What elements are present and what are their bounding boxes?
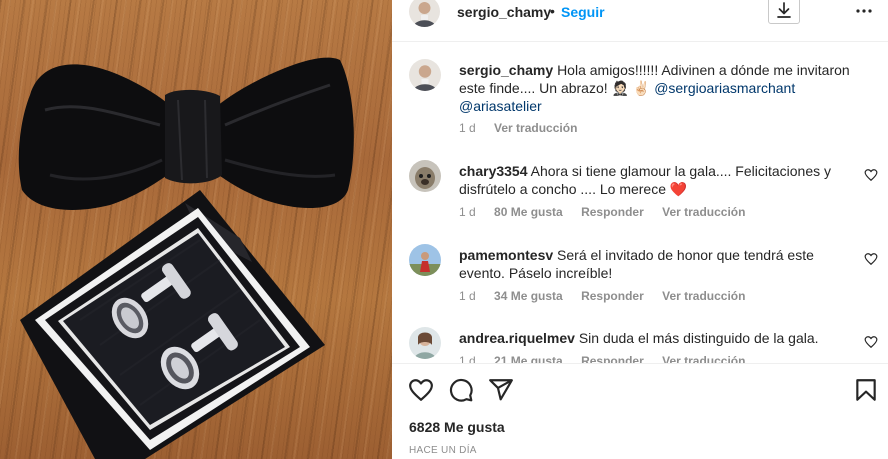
more-options-icon[interactable] (854, 2, 874, 20)
comment-time[interactable]: 1 d (459, 205, 476, 219)
post-photo[interactable] (0, 0, 392, 459)
bow-tie-cufflinks-image (18, 57, 354, 459)
reply-button[interactable]: Responder (581, 289, 644, 303)
likes-count[interactable]: 6828 Me gusta (409, 419, 505, 435)
comment-like-icon[interactable] (864, 168, 878, 182)
commenter-avatar[interactable] (409, 327, 441, 359)
comment-like-icon[interactable] (864, 252, 878, 266)
download-icon (777, 2, 791, 18)
comment-text: chary3354 Ahora si tiene glamour la gala… (459, 162, 859, 198)
share-icon[interactable] (488, 377, 514, 403)
comments-list[interactable]: sergio_chamy Hola amigos!!!!!! Adivinen … (392, 43, 888, 363)
comment-meta: 1 d 80 Me gusta Responder Ver traducción (459, 205, 760, 219)
comment-username[interactable]: chary3354 (459, 163, 528, 179)
follow-button[interactable]: Seguir (561, 4, 605, 20)
author-avatar[interactable] (409, 0, 440, 27)
bookmark-icon[interactable] (853, 377, 879, 403)
post-header: sergio_chamy • Seguir (392, 0, 888, 42)
reply-button[interactable]: Responder (581, 354, 644, 363)
comment-icon[interactable] (448, 377, 474, 403)
comment-username[interactable]: pamemontesv (459, 247, 553, 263)
translate-link[interactable]: Ver traducción (662, 289, 745, 303)
comment-body: Sin duda el más distinguido de la gala. (578, 330, 819, 346)
post-actions: 6828 Me gusta HACE UN DÍA (392, 363, 888, 459)
download-button[interactable] (768, 0, 800, 24)
post-timestamp: HACE UN DÍA (409, 445, 477, 456)
comment-likes[interactable]: 34 Me gusta (494, 289, 563, 303)
comment-time[interactable]: 1 d (459, 354, 476, 363)
comment-like-icon[interactable] (864, 335, 878, 349)
caption-meta: 1 d Ver traducción (459, 121, 592, 135)
heart-icon[interactable] (408, 377, 434, 403)
comment-meta: 1 d 34 Me gusta Responder Ver traducción (459, 289, 760, 303)
comment-text: pamemontesv Será el invitado de honor qu… (459, 246, 859, 282)
comment-text: andrea.riquelmev Sin duda el más disting… (459, 329, 859, 347)
caption-avatar[interactable] (409, 59, 441, 91)
comment-likes[interactable]: 21 Me gusta (494, 354, 563, 363)
mention-link[interactable]: @sergioariasmarchant (654, 80, 795, 96)
translate-link[interactable]: Ver traducción (662, 205, 745, 219)
comment-time[interactable]: 1 d (459, 289, 476, 303)
reply-button[interactable]: Responder (581, 205, 644, 219)
post-panel: sergio_chamy • Seguir sergio_chamy Hola … (392, 0, 888, 459)
commenter-avatar[interactable] (409, 160, 441, 192)
translate-link[interactable]: Ver traducción (494, 121, 577, 135)
caption-username[interactable]: sergio_chamy (459, 62, 553, 78)
comment-username[interactable]: andrea.riquelmev (459, 330, 575, 346)
mention-link[interactable]: @ariasatelier (459, 98, 542, 114)
comment-meta: 1 d 21 Me gusta Responder Ver traducción (459, 354, 760, 363)
translate-link[interactable]: Ver traducción (662, 354, 745, 363)
author-username[interactable]: sergio_chamy (457, 4, 551, 20)
separator-dot: • (550, 3, 555, 19)
caption-text: sergio_chamy Hola amigos!!!!!! Adivinen … (459, 61, 859, 115)
comment-likes[interactable]: 80 Me gusta (494, 205, 563, 219)
caption-time[interactable]: 1 d (459, 121, 476, 135)
commenter-avatar[interactable] (409, 244, 441, 276)
